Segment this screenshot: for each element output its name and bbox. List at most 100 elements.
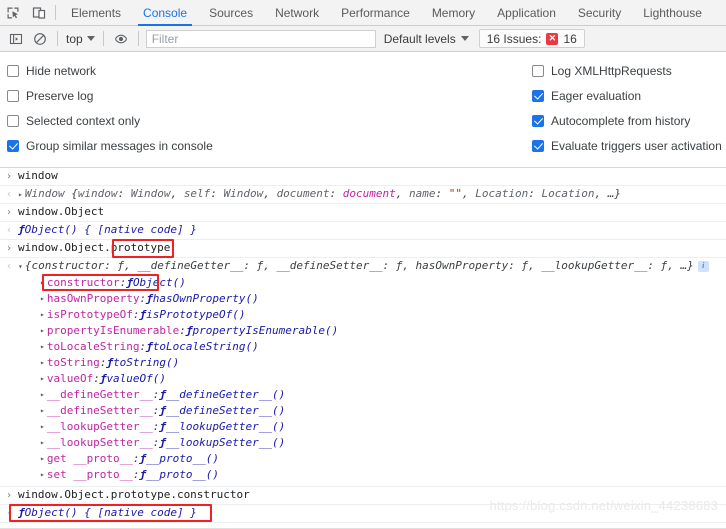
devtools-window: Elements Console Sources Network Perform… — [0, 0, 726, 529]
console-sidebar-icon[interactable] — [4, 27, 28, 51]
tab-application[interactable]: Application — [486, 0, 567, 26]
property-name: get __proto__ — [46, 452, 133, 465]
property-row-definesetter[interactable]: ▸ __defineSetter__: ƒ __defineSetter__() — [0, 403, 726, 419]
expand-triangle-icon[interactable]: ▸ — [18, 188, 23, 202]
log-xhr-checkbox[interactable] — [532, 64, 544, 77]
autocomplete-history-checkbox[interactable] — [532, 114, 544, 127]
setting-label: Hide network — [26, 63, 97, 78]
expand-triangle-icon[interactable]: ▸ — [40, 307, 45, 322]
console-output-row[interactable]: ‹ ▸ Window {window: Window, self: Window,… — [0, 186, 726, 204]
expand-triangle-icon[interactable]: ▸ — [40, 451, 45, 466]
expand-triangle-icon[interactable]: ▸ — [40, 355, 45, 370]
expand-triangle-icon[interactable]: ▸ — [40, 387, 45, 402]
info-icon[interactable]: i — [697, 260, 709, 272]
expand-triangle-icon[interactable]: ▸ — [40, 419, 45, 434]
issues-count: 16 — [563, 31, 577, 46]
function-f-glyph: ƒ — [139, 308, 147, 321]
prototype-object-preview[interactable]: ▾ {constructor: ƒ, __defineGetter__: ƒ, _… — [18, 259, 726, 274]
property-row-lookupsetter[interactable]: ▸ __lookupSetter__: ƒ __lookupSetter__() — [0, 435, 726, 451]
property-row-isprototypeof[interactable]: ▸ isPrototypeOf: ƒ isPrototypeOf() — [0, 307, 726, 323]
tab-network[interactable]: Network — [264, 0, 330, 26]
error-badge-icon: ✕ — [546, 32, 559, 45]
prop-key: self — [183, 187, 211, 200]
function-f-glyph: ƒ — [106, 356, 114, 369]
property-row-lookupgetter[interactable]: ▸ __lookupGetter__: ƒ __lookupGetter__() — [0, 419, 726, 435]
console-input-row[interactable]: › window.Object.prototype — [0, 239, 726, 258]
property-value: hasOwnProperty() — [152, 292, 259, 305]
property-row-hasownproperty[interactable]: ▸ hasOwnProperty: ƒ hasOwnProperty() — [0, 291, 726, 307]
setting-eager-evaluation[interactable]: Eager evaluation — [532, 83, 722, 108]
preserve-log-checkbox[interactable] — [7, 89, 19, 102]
property-value: Object() — [132, 276, 186, 289]
console-output[interactable]: › window ‹ ▸ Window {window: Window, self… — [0, 168, 726, 523]
property-row-set-proto[interactable]: ▸ set __proto__: ƒ __proto__() — [0, 467, 726, 483]
tab-sources[interactable]: Sources — [198, 0, 264, 26]
tab-memory[interactable]: Memory — [421, 0, 486, 26]
console-output-row[interactable]: ‹ ƒObject() { [native code] } — [0, 222, 726, 240]
property-name: toString — [46, 356, 100, 369]
property-name: constructor — [46, 276, 120, 289]
selected-context-only-checkbox[interactable] — [7, 114, 19, 127]
expand-triangle-icon[interactable]: ▸ — [40, 275, 45, 290]
prop-value: Location — [541, 187, 595, 200]
log-levels-selector[interactable]: Default levels — [384, 32, 469, 46]
prop-value: "" — [448, 187, 463, 200]
setting-label: Preserve log — [26, 88, 94, 103]
settings-column-left: Hide network Preserve log Selected conte… — [7, 58, 213, 158]
setting-selected-context-only[interactable]: Selected context only — [7, 108, 213, 133]
collapse-triangle-icon[interactable]: ▾ — [18, 260, 23, 274]
setting-evaluate-user-activation[interactable]: Evaluate triggers user activation — [532, 133, 722, 158]
setting-log-xhr[interactable]: Log XMLHttpRequests — [532, 58, 722, 83]
setting-autocomplete-history[interactable]: Autocomplete from history — [532, 108, 722, 133]
issues-button[interactable]: 16 Issues: ✕ 16 — [478, 29, 585, 48]
property-row-valueof[interactable]: ▸ valueOf: ƒ valueOf() — [0, 371, 726, 387]
input-highlighted-prototype: .prototype — [104, 241, 171, 254]
setting-label: Autocomplete from history — [551, 113, 691, 128]
device-toolbar-icon[interactable] — [26, 0, 52, 26]
group-similar-checkbox[interactable] — [7, 139, 19, 152]
function-signature: Object() { [native code] } — [24, 223, 197, 236]
tab-performance[interactable]: Performance — [330, 0, 421, 26]
clear-console-icon[interactable] — [28, 27, 52, 51]
function-f-glyph: ƒ — [159, 420, 167, 433]
window-object-preview[interactable]: ▸ Window {window: Window, self: Window, d… — [18, 187, 726, 202]
expand-triangle-icon[interactable]: ▸ — [40, 339, 45, 354]
property-row-tolocalestring[interactable]: ▸ toLocaleString: ƒ toLocaleString() — [0, 339, 726, 355]
tab-security[interactable]: Security — [567, 0, 632, 26]
setting-preserve-log[interactable]: Preserve log — [7, 83, 213, 108]
expand-triangle-icon[interactable]: ▸ — [40, 435, 45, 450]
property-row-tostring[interactable]: ▸ toString: ƒ toString() — [0, 355, 726, 371]
evaluate-user-activation-checkbox[interactable] — [532, 139, 544, 152]
property-value: __lookupGetter__() — [166, 420, 286, 433]
console-output-row[interactable]: ‹ ▾ {constructor: ƒ, __defineGetter__: ƒ,… — [0, 258, 726, 275]
property-row-get-proto[interactable]: ▸ get __proto__: ƒ __proto__() — [0, 451, 726, 467]
expand-triangle-icon[interactable]: ▸ — [40, 323, 45, 338]
property-row-propertyisenumerable[interactable]: ▸ propertyIsEnumerable: ƒ propertyIsEnumer… — [0, 323, 726, 339]
live-expression-eye-icon[interactable] — [109, 27, 133, 51]
filter-input[interactable] — [145, 29, 376, 48]
console-input-row[interactable]: › window.Object — [0, 204, 726, 222]
response-marker: ‹ — [5, 225, 13, 236]
setting-group-similar[interactable]: Group similar messages in console — [7, 133, 213, 158]
expand-triangle-icon[interactable]: ▸ — [40, 403, 45, 418]
setting-hide-network[interactable]: Hide network — [7, 58, 213, 83]
function-f-glyph: ƒ — [126, 276, 133, 289]
expand-triangle-icon[interactable]: ▸ — [40, 371, 45, 386]
tab-console[interactable]: Console — [132, 0, 198, 26]
prop-key: Location — [475, 187, 529, 200]
property-row-constructor[interactable]: ▸ constructor: ƒ Object() — [0, 275, 726, 291]
expand-triangle-icon[interactable]: ▸ — [40, 467, 45, 482]
setting-label: Evaluate triggers user activation — [551, 138, 722, 153]
hide-network-checkbox[interactable] — [7, 64, 19, 77]
property-value: __proto__() — [146, 468, 220, 481]
response-marker: ‹ — [5, 261, 13, 272]
execution-context-selector[interactable]: top — [63, 32, 98, 46]
eager-evaluation-checkbox[interactable] — [532, 89, 544, 102]
console-input-row[interactable]: › window — [0, 168, 726, 186]
tab-lighthouse[interactable]: Lighthouse — [632, 0, 713, 26]
inspect-element-icon[interactable] — [0, 0, 26, 26]
tab-elements[interactable]: Elements — [60, 0, 132, 26]
preview-body: constructor: ƒ, __defineGetter__: ƒ, __d… — [31, 259, 694, 272]
expand-triangle-icon[interactable]: ▸ — [40, 291, 45, 306]
property-row-definegetter[interactable]: ▸ __defineGetter__: ƒ __defineGetter__() — [0, 387, 726, 403]
